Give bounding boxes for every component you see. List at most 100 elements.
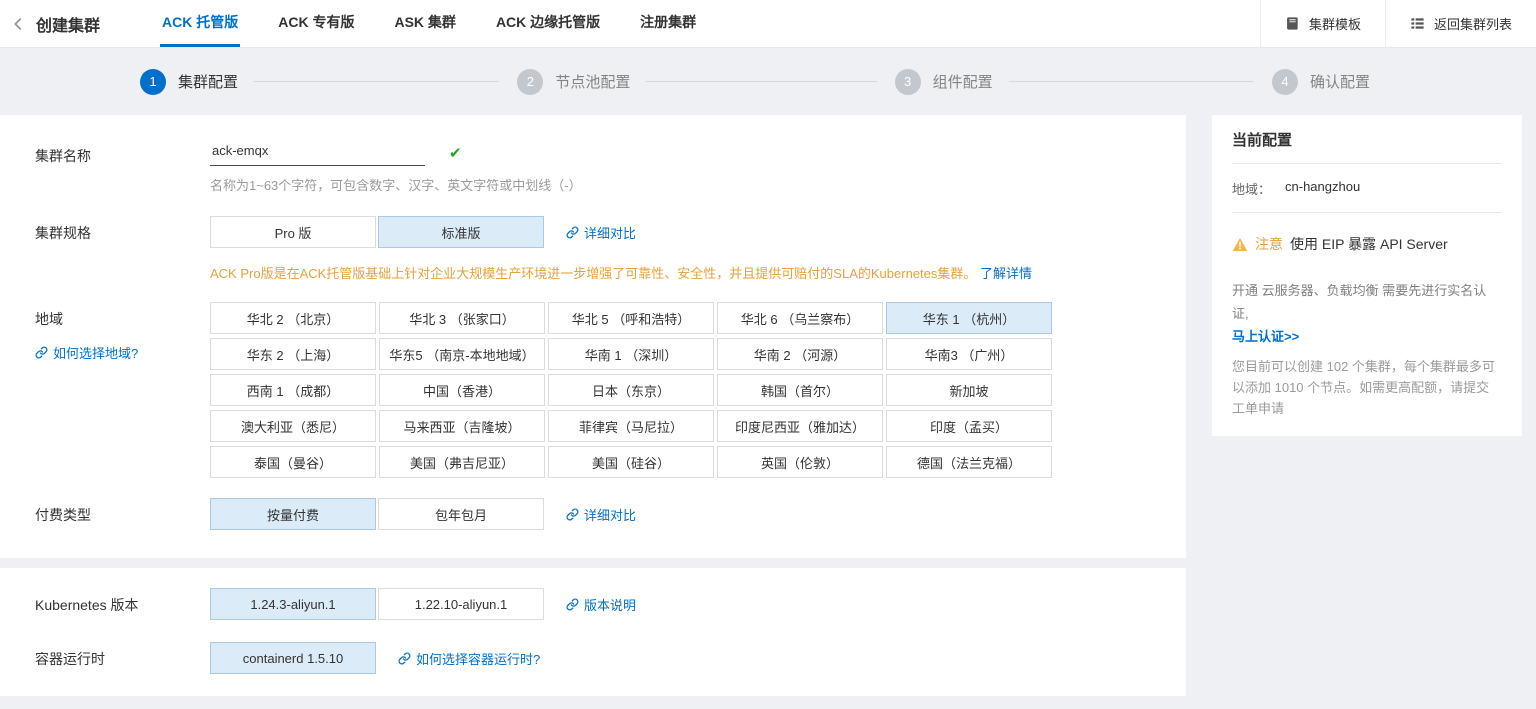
region-option[interactable]: 华北 3 （张家口）: [379, 302, 545, 334]
region-help-link[interactable]: 如何选择地域?: [35, 343, 138, 362]
pay-type-option[interactable]: 包年包月: [378, 498, 544, 530]
cluster-spec-option[interactable]: 标准版: [378, 216, 544, 248]
step-number-badge: 1: [140, 69, 166, 95]
list-icon: [1410, 16, 1425, 31]
page-title: 创建集群: [36, 0, 100, 47]
region-option[interactable]: 新加坡: [886, 374, 1052, 406]
cluster-type-tab[interactable]: ACK 边缘托管版: [494, 0, 602, 47]
pro-version-note: ACK Pro版是在ACK托管版基础上针对企业大规模生产环境进一步增强了可靠性、…: [210, 263, 1032, 282]
cluster-spec-option[interactable]: Pro 版: [210, 216, 376, 248]
header-actions: 集群模板 返回集群列表: [1260, 0, 1536, 47]
region-label-block: 地域 如何选择地域?: [35, 302, 210, 362]
cluster-template-button[interactable]: 集群模板: [1260, 0, 1385, 47]
cluster-name-label: 集群名称: [35, 139, 210, 166]
back-to-cluster-list-label: 返回集群列表: [1434, 14, 1512, 33]
link-chain-icon: [566, 226, 579, 239]
wizard-stepper: 1 集群配置 2 节点池配置 3 组件配置 4 确认配置: [0, 48, 1536, 115]
link-chain-icon: [35, 346, 48, 359]
chevron-left-icon: [11, 17, 25, 31]
region-label: 地域: [35, 309, 210, 329]
runtime-option[interactable]: containerd 1.5.10: [210, 642, 376, 674]
cluster-type-tab[interactable]: ASK 集群: [392, 0, 457, 47]
cluster-spec-row: 集群规格 Pro 版标准版 详细对比: [0, 216, 1186, 282]
wizard-step: 2 节点池配置: [517, 69, 894, 95]
cluster-template-label: 集群模板: [1309, 14, 1361, 33]
step-label: 集群配置: [178, 71, 238, 92]
current-config-panel: 当前配置 地域： cn-hangzhou 注意 使用 EIP 暴露 API Se…: [1212, 115, 1522, 436]
k8s-version-row: Kubernetes 版本 1.24.3-aliyun.11.22.10-ali…: [0, 588, 1186, 620]
region-option[interactable]: 华东 2 （上海）: [210, 338, 376, 370]
runtime-help-link[interactable]: 如何选择容器运行时?: [398, 649, 540, 668]
realname-auth-note: 开通 云服务器、负载均衡 需要先进行实名认证, 马上认证>>: [1232, 280, 1502, 348]
cluster-spec-label: 集群规格: [35, 216, 210, 243]
pay-type-label: 付费类型: [35, 498, 210, 525]
region-option[interactable]: 韩国（首尔）: [717, 374, 883, 406]
current-region-value: cn-hangzhou: [1285, 179, 1360, 198]
version-card: Kubernetes 版本 1.24.3-aliyun.11.22.10-ali…: [0, 568, 1186, 696]
warning-triangle-icon: [1232, 237, 1248, 252]
region-option[interactable]: 华南3 （广州）: [886, 338, 1052, 370]
link-chain-icon: [566, 508, 579, 521]
region-option[interactable]: 华南 2 （河源）: [717, 338, 883, 370]
region-option[interactable]: 中国（香港）: [379, 374, 545, 406]
link-chain-icon: [566, 598, 579, 611]
eip-warning: 注意 使用 EIP 暴露 API Server: [1232, 213, 1502, 256]
cluster-name-hint: 名称为1~63个字符，可包含数字、汉字、英文字符或中划线（-）: [210, 175, 582, 194]
region-option[interactable]: 日本（东京）: [548, 374, 714, 406]
pay-compare-link[interactable]: 详细对比: [566, 505, 636, 524]
cluster-type-tabs: ACK 托管版 ACK 专有版 ASK 集群 ACK 边缘托管版注册集群: [160, 0, 698, 47]
region-option[interactable]: 华东5 （南京-本地地域）: [379, 338, 545, 370]
wizard-step: 3 组件配置: [895, 69, 1272, 95]
learn-more-link[interactable]: 了解详情: [980, 263, 1032, 282]
wizard-step: 1 集群配置: [140, 69, 517, 95]
link-chain-icon: [398, 652, 411, 665]
runtime-row: 容器运行时 containerd 1.5.10 如何选择容器运行时?: [0, 642, 1186, 674]
k8s-version-label: Kubernetes 版本: [35, 588, 210, 615]
region-grid: 华北 2 （北京）华北 3 （张家口）华北 5 （呼和浩特）华北 6 （乌兰察布…: [210, 302, 1052, 478]
cluster-config-card: 集群名称 ✔ 名称为1~63个字符，可包含数字、汉字、英文字符或中划线（-） 集…: [0, 115, 1186, 558]
region-option[interactable]: 澳大利亚（悉尼）: [210, 410, 376, 442]
cluster-name-input[interactable]: [210, 139, 425, 166]
create-cluster-page: 创建集群 ACK 托管版 ACK 专有版 ASK 集群 ACK 边缘托管版注册集群 集…: [0, 0, 1536, 709]
region-option[interactable]: 德国（法兰克福）: [886, 446, 1052, 478]
quota-note: 您目前可以创建 102 个集群，每个集群最多可以添加 1010 个节点。如需更高…: [1232, 357, 1502, 419]
valid-check-icon: ✔: [449, 144, 462, 162]
region-option[interactable]: 美国（硅谷）: [548, 446, 714, 478]
pay-type-options: 按量付费包年包月: [210, 498, 544, 530]
back-to-cluster-list-button[interactable]: 返回集群列表: [1385, 0, 1536, 47]
runtime-options: containerd 1.5.10: [210, 642, 376, 674]
cluster-type-tab[interactable]: ACK 托管版: [160, 0, 240, 47]
step-label: 节点池配置: [555, 71, 630, 92]
region-option[interactable]: 西南 1 （成都）: [210, 374, 376, 406]
cluster-type-tab[interactable]: 注册集群: [638, 0, 698, 47]
back-button[interactable]: [0, 0, 36, 47]
k8s-version-option[interactable]: 1.24.3-aliyun.1: [210, 588, 376, 620]
cluster-type-tab[interactable]: ACK 专有版: [276, 0, 356, 47]
warning-tag: 注意: [1255, 234, 1283, 254]
cluster-name-control: ✔ 名称为1~63个字符，可包含数字、汉字、英文字符或中划线（-）: [210, 139, 582, 194]
region-option[interactable]: 菲律宾（马尼拉）: [548, 410, 714, 442]
region-option[interactable]: 马来西亚（吉隆坡）: [379, 410, 545, 442]
region-option[interactable]: 华北 2 （北京）: [210, 302, 376, 334]
auth-now-link[interactable]: 马上认证>>: [1232, 326, 1299, 349]
spec-compare-link[interactable]: 详细对比: [566, 223, 636, 242]
region-option[interactable]: 英国（伦敦）: [717, 446, 883, 478]
region-option[interactable]: 华南 1 （深圳）: [548, 338, 714, 370]
region-row: 地域 如何选择地域? 华北 2 （北京）华北 3 （张家口）华北 5 （呼和浩特…: [0, 302, 1186, 478]
version-notes-link[interactable]: 版本说明: [566, 595, 636, 614]
main-form: 集群名称 ✔ 名称为1~63个字符，可包含数字、汉字、英文字符或中划线（-） 集…: [0, 115, 1186, 709]
region-option[interactable]: 华东 1 （杭州）: [886, 302, 1052, 334]
step-connector-line: [254, 81, 499, 82]
region-option[interactable]: 华北 6 （乌兰察布）: [717, 302, 883, 334]
region-option[interactable]: 华北 5 （呼和浩特）: [548, 302, 714, 334]
region-option[interactable]: 美国（弗吉尼亚）: [379, 446, 545, 478]
current-region-label: 地域：: [1232, 179, 1271, 198]
k8s-version-option[interactable]: 1.22.10-aliyun.1: [378, 588, 544, 620]
cluster-spec-control: Pro 版标准版 详细对比 ACK Pro版是在ACK托管版基础上针对企业大规模…: [210, 216, 1032, 282]
region-option[interactable]: 泰国（曼谷）: [210, 446, 376, 478]
step-label: 组件配置: [933, 71, 993, 92]
region-option[interactable]: 印度（孟买）: [886, 410, 1052, 442]
pay-type-row: 付费类型 按量付费包年包月 详细对比: [0, 498, 1186, 530]
region-option[interactable]: 印度尼西亚（雅加达）: [717, 410, 883, 442]
pay-type-option[interactable]: 按量付费: [210, 498, 376, 530]
